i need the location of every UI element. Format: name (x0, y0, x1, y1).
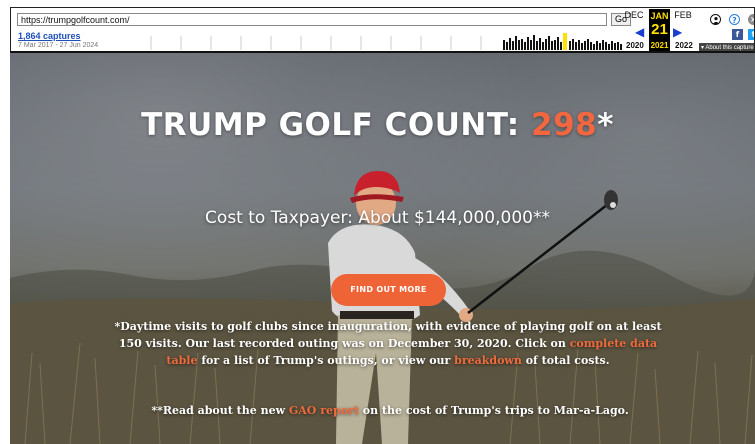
footnote-text: for a list of Trump's outings, or view o… (197, 354, 455, 367)
cost-to-taxpayer: Cost to Taxpayer: About $144,000,000** (205, 208, 550, 228)
about-capture-button[interactable]: ▾ About this capture (699, 43, 754, 51)
current-year: 2021 (650, 41, 669, 50)
footnote-text: of total costs. (521, 354, 610, 367)
prev-year[interactable]: 2020 (626, 41, 644, 50)
close-icon[interactable]: × (748, 14, 754, 25)
help-icon[interactable]: ? (729, 14, 740, 25)
gao-report-link[interactable]: GAO report (289, 404, 359, 417)
twitter-icon[interactable]: t (748, 29, 754, 40)
footnote-gao-report: **Read about the new GAO report on the c… (0, 404, 755, 417)
golf-count-number: 298 (531, 107, 598, 143)
user-icon[interactable] (710, 14, 721, 25)
prev-arrow-icon[interactable]: ◀ (635, 25, 644, 39)
footnote-text: **Read about the new (151, 404, 289, 417)
golf-count-title: TRUMP GOLF COUNT: 298* (0, 107, 755, 143)
prev-month-label[interactable]: DEC (623, 10, 645, 20)
title-prefix: TRUMP GOLF COUNT: (141, 107, 531, 143)
next-arrow-icon[interactable]: ▶ (673, 25, 682, 39)
find-out-more-button[interactable]: FIND OUT MORE (331, 274, 446, 306)
next-year[interactable]: 2022 (675, 41, 693, 50)
current-capture: JAN 21 2021 (649, 9, 670, 51)
next-month-label[interactable]: FEB (672, 10, 694, 20)
captures-link[interactable]: 1,864 captures (18, 31, 81, 41)
footnote-text: on the cost of Trump's trips to Mar-a-La… (358, 404, 629, 417)
wayback-toolbar: https://trumpgolfcount.com/ Go 1,864 cap… (10, 7, 755, 53)
facebook-icon[interactable]: f (732, 29, 743, 40)
current-month: JAN (650, 11, 669, 21)
current-day: 21 (651, 21, 668, 38)
title-asterisk: * (597, 107, 614, 143)
capture-sparkline[interactable] (141, 30, 629, 50)
breakdown-link[interactable]: breakdown (454, 354, 522, 367)
wayback-url-input[interactable]: https://trumpgolfcount.com/ (17, 13, 607, 26)
capture-date-range: 7 Mar 2017 - 27 Jun 2024 (18, 42, 99, 49)
footnote-daytime-visits: *Daytime visits to golf clubs since inau… (112, 318, 664, 369)
